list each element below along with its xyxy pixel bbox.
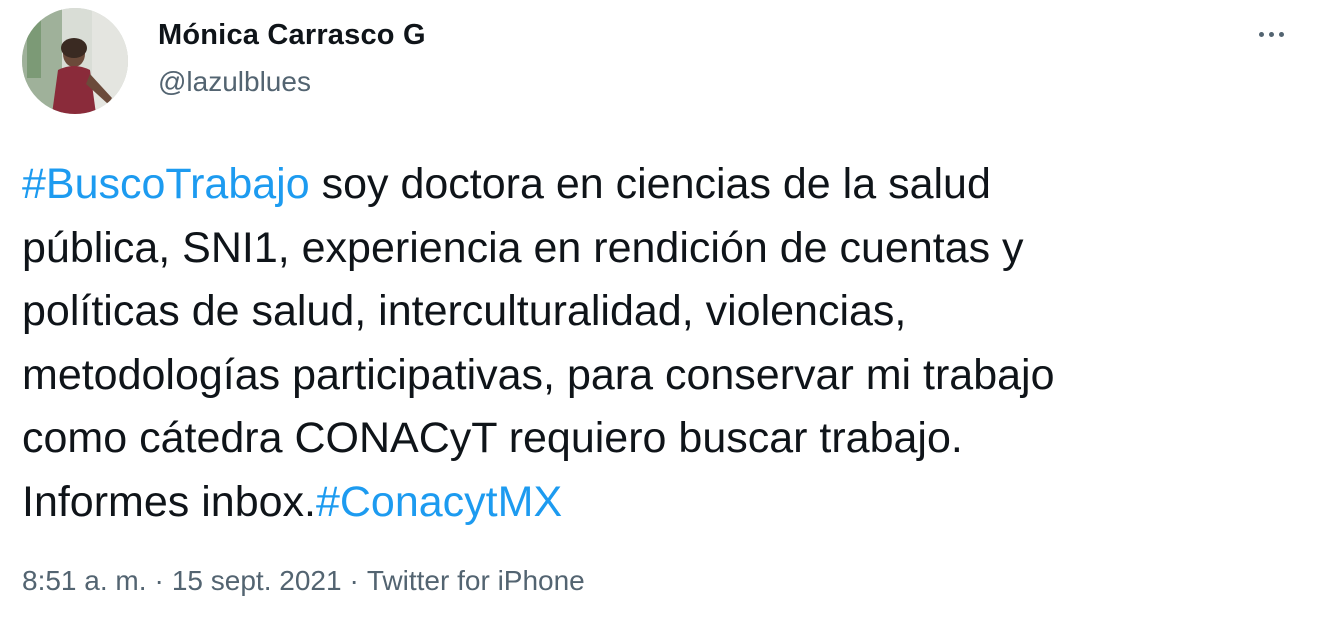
tweet-line: metodologías participativas, para conser… xyxy=(22,350,1055,399)
meta-separator: · xyxy=(154,565,164,596)
tweet-source[interactable]: Twitter for iPhone xyxy=(367,565,585,596)
tweet-date[interactable]: 15 sept. 2021 xyxy=(172,565,342,596)
tweet-line-text: Informes inbox. xyxy=(22,477,316,526)
tweet-card: Mónica Carrasco G @lazulblues #BuscoTrab… xyxy=(0,0,1322,620)
more-horizontal-icon xyxy=(1268,31,1274,37)
more-horizontal-icon xyxy=(1278,31,1284,37)
tweet-line: Informes inbox.#ConacytMX xyxy=(22,471,1312,535)
tweet-line: #BuscoTrabajo soy doctora en ciencias de… xyxy=(22,153,1312,217)
tweet-line: como cátedra CONACyT requiero buscar tra… xyxy=(22,414,963,462)
tweet-text: #BuscoTrabajo soy doctora en ciencias de… xyxy=(22,153,1312,534)
more-options-button[interactable] xyxy=(1248,16,1294,52)
hashtag-link[interactable]: #ConacytMX xyxy=(316,478,562,526)
meta-separator: · xyxy=(349,565,359,596)
tweet-time[interactable]: 8:51 a. m. xyxy=(22,565,147,596)
tweet-line: políticas de salud, interculturalidad, v… xyxy=(22,287,907,335)
more-horizontal-icon xyxy=(1258,31,1264,37)
avatar-photo xyxy=(22,8,128,114)
avatar[interactable] xyxy=(22,8,128,114)
tweet-metadata: 8:51 a. m. · 15 sept. 2021 · Twitter for iPh… xyxy=(22,565,585,597)
hashtag-link[interactable]: #BuscoTrabajo xyxy=(22,160,310,208)
tweet-line: pública, SNI1, experiencia en rendición … xyxy=(22,223,1024,272)
display-name[interactable]: Mónica Carrasco G xyxy=(158,19,426,52)
user-handle[interactable]: @lazulblues xyxy=(158,66,311,98)
tweet-line-text: soy doctora en ciencias de la salud xyxy=(309,160,991,208)
